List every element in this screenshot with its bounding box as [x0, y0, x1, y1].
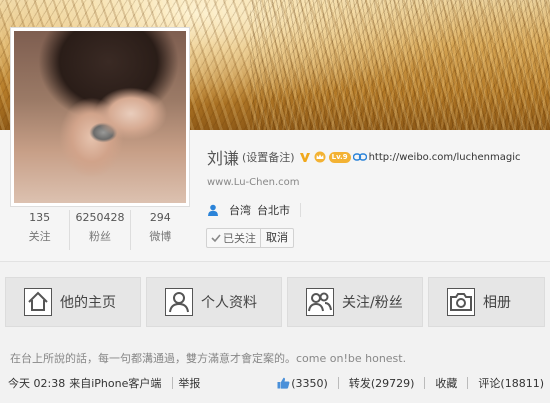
stat-value: 294	[149, 211, 171, 224]
avatar-image	[14, 31, 186, 203]
home-icon	[24, 288, 52, 316]
profile-nav: 他的主页 个人资料 关注/粉丝 相册	[0, 277, 550, 327]
avatar[interactable]	[10, 27, 190, 207]
stat-label: 关注	[28, 230, 51, 243]
favorite-button[interactable]: 收藏	[435, 375, 457, 391]
tab-label: 他的主页	[60, 295, 116, 311]
divider	[467, 377, 469, 389]
divider	[337, 377, 339, 389]
thumbs-up-icon	[277, 377, 290, 389]
level-badge[interactable]: Lv.9	[328, 151, 351, 163]
stat-following[interactable]: 135 关注	[10, 210, 71, 250]
post-actions: (3350) 转发(29729) 收藏 评论(18811)	[277, 375, 550, 391]
post-time[interactable]: 今天 02:38	[8, 375, 65, 391]
post-source[interactable]: 来自iPhone客户端	[69, 375, 161, 391]
location-region: 台湾	[229, 204, 251, 217]
followed-button[interactable]: 已关注	[207, 229, 261, 247]
post-text: 在台上所說的話，每一句都溝通過，雙方滿意才會定案的。come on!be hon…	[10, 352, 407, 365]
stat-label: 粉丝	[88, 230, 111, 243]
tab-home[interactable]: 他的主页	[5, 277, 141, 327]
name-row: 刘谦 (设置备注) Lv.9 http://weibo.com/luchenma…	[207, 148, 521, 168]
tab-album[interactable]: 相册	[428, 277, 545, 327]
weibo-post: 在台上所說的話，每一句都溝通過，雙方滿意才會定案的。come on!be hon…	[0, 342, 550, 403]
profile-stats: 135 关注 6250428 粉丝 294 微博	[10, 210, 190, 250]
report-link[interactable]: 举报	[178, 375, 200, 391]
crown-icon[interactable]	[313, 151, 327, 163]
location-row: 台湾 台北市	[207, 203, 301, 217]
unfollow-button[interactable]: 取消	[261, 229, 293, 247]
profile-icon	[165, 288, 193, 316]
set-remark-link[interactable]: (设置备注)	[242, 149, 295, 165]
cover-banner-texture	[250, 0, 550, 130]
divider	[424, 377, 426, 389]
like-count: (3350)	[291, 376, 328, 390]
user-name: 刘谦	[207, 149, 240, 168]
homepage-link[interactable]: www.Lu-Chen.com	[207, 177, 300, 188]
follow-fans-icon	[306, 288, 334, 316]
tab-profile[interactable]: 个人资料	[146, 277, 282, 327]
post-meta-row: 今天 02:38 来自iPhone客户端 举报 (3350) 转发(29729)…	[0, 372, 550, 394]
followed-label: 已关注	[223, 232, 256, 245]
location-city: 台北市	[257, 204, 290, 217]
camera-icon	[447, 288, 475, 316]
comment-button[interactable]: 评论(18811)	[478, 375, 544, 391]
stat-value: 6250428	[75, 211, 125, 224]
weibo-url-link[interactable]: http://weibo.com/luchenmagic	[369, 152, 521, 163]
divider	[300, 203, 301, 217]
tab-label: 关注/粉丝	[342, 295, 403, 311]
person-icon	[208, 204, 218, 216]
stat-followers[interactable]: 6250428 粉丝	[70, 210, 131, 250]
stat-posts[interactable]: 294 微博	[131, 210, 190, 250]
link-icon	[352, 153, 367, 161]
tab-follow-fans[interactable]: 关注/粉丝	[287, 277, 423, 327]
tab-label: 个人资料	[201, 295, 257, 311]
repost-button[interactable]: 转发(29729)	[349, 375, 415, 391]
stat-label: 微博	[149, 230, 172, 243]
post-meta: 今天 02:38 来自iPhone客户端 举报	[0, 375, 200, 391]
tab-label: 相册	[483, 295, 511, 311]
follow-buttons: 已关注 取消	[206, 228, 294, 248]
verified-v-icon[interactable]	[299, 151, 311, 163]
stat-value: 135	[29, 211, 51, 224]
check-icon	[211, 234, 221, 243]
divider	[172, 377, 174, 389]
like-button[interactable]: (3350)	[277, 377, 328, 390]
